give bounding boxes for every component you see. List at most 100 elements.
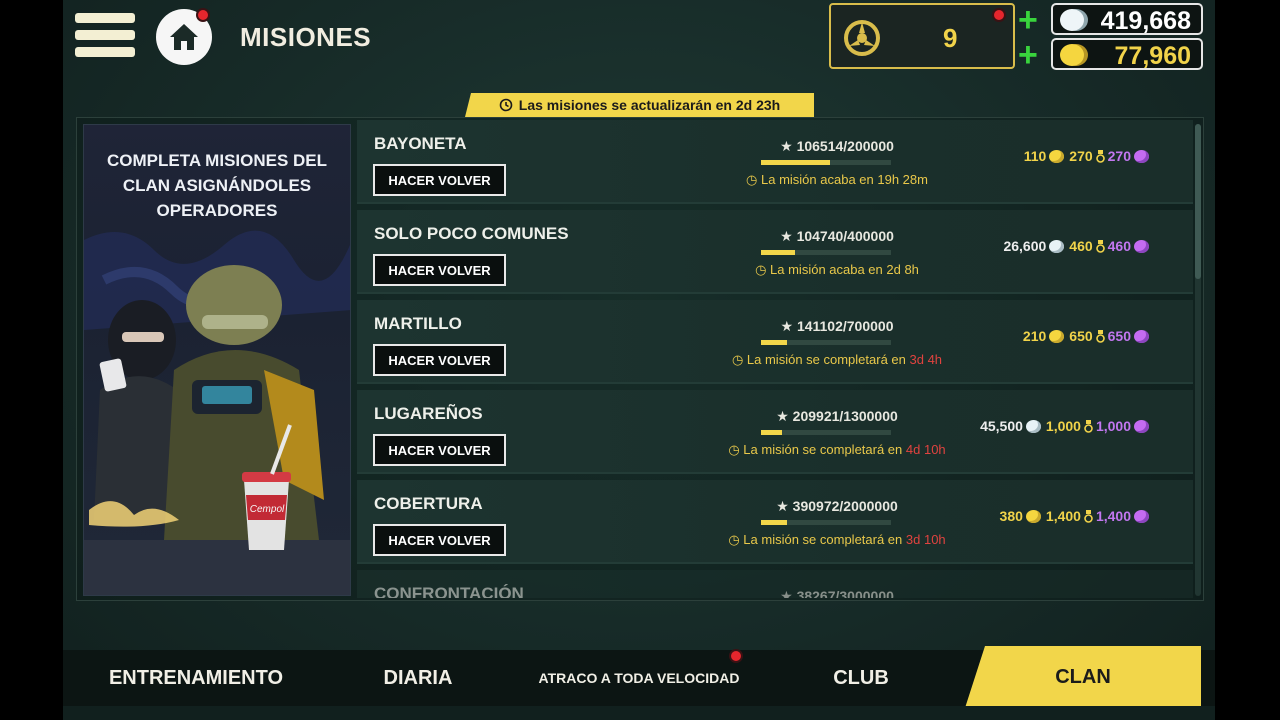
recall-button[interactable]: HACER VOLVER [373,164,506,196]
mission-name: COBERTURA [374,494,483,513]
game-screen: MISIONES 9 + + 419,668 77,960 Las mision… [63,0,1215,720]
progress-fill [761,340,787,345]
reward-token-value: 1,000 [1095,418,1131,434]
purple-token-icon [1134,419,1149,433]
silver-coin-icon [1060,9,1088,31]
medal-icon [1095,149,1105,163]
reward-currency-value: 26,600 [1003,238,1047,254]
mission-status: ◷ La misión acaba en 2d 8h [755,262,919,277]
gold-coin-icon [1025,509,1041,523]
gold-currency: 77,960 [1051,38,1203,70]
tab-clan[interactable]: CLAN [965,646,1201,708]
status-time: 4d 10h [905,442,946,457]
mission-row: COBERTURA HACER VOLVER ★ 390972/2000000 … [357,480,1193,564]
reward-token-value: 1,400 [1095,508,1131,524]
progress-text: 390972/2000000 [792,498,898,514]
gold-coin-icon [1049,329,1065,343]
mission-list-scrollbar[interactable] [1195,124,1201,596]
gold-coin-icon [1049,149,1065,163]
mission-row-partial: CONFRONTACIÓN ★ 38267/3000000 [357,570,1193,598]
mission-row: MARTILLO HACER VOLVER ★ 141102/700000 ◷ … [357,300,1193,384]
tab-atraco[interactable]: ATRACO A TODA VELOCIDAD [533,650,745,706]
mission-name: LUGAREÑOS [374,404,483,423]
cup-brand-text: Cempol [250,504,285,515]
reward-currency-value: 45,500 [980,418,1023,434]
mission-progress: ★ 390972/2000000 [776,498,898,514]
status-text: La misión se completará en [746,352,910,367]
progress-text: 38267/3000000 [796,588,894,598]
status-text: La misión se completará en [743,532,906,547]
status-time: 3d 4h [909,352,943,367]
tab-club[interactable]: CLUB [811,650,911,706]
refresh-timer-banner: Las misiones se actualizarán en 2d 23h [465,93,814,117]
recall-button[interactable]: HACER VOLVER [373,524,506,556]
mission-progress: ★ 209921/1300000 [776,408,898,424]
purple-token-icon [1134,149,1149,163]
recall-button[interactable]: HACER VOLVER [373,254,506,286]
reward-medal-value: 1,400 [1045,508,1081,524]
clan-points-value: 9 [943,23,958,53]
mission-rewards: 45,500 1,000 1,000 [980,418,1151,434]
silver-value: 419,668 [1100,7,1191,35]
mission-status: ◷ La misión acaba en 19h 28m [746,172,928,187]
banner-text: Las misiones se actualizarán en 2d 23h [518,97,781,113]
scrollbar-thumb[interactable] [1195,124,1201,279]
reward-medal-value: 1,000 [1045,418,1081,434]
home-icon [170,24,198,50]
mission-status: ◷ La misión se completará en 3d 10h [728,532,946,547]
mission-progress: ★ 104740/400000 [780,228,894,244]
tab-diaria[interactable]: DIARIA [363,650,473,706]
recall-button[interactable]: HACER VOLVER [373,434,506,466]
status-text: La misión acaba en 19h 28m [761,172,928,187]
progress-text: 209921/1300000 [792,408,898,424]
progress-fill [761,430,782,435]
clan-notification-dot [992,8,1006,22]
status-text: La misión acaba en 2d 8h [770,262,919,277]
reward-token-value: 650 [1107,328,1131,344]
reward-token-value: 270 [1107,148,1131,164]
progress-bar [761,520,891,525]
medal-icon [1084,419,1093,433]
mission-status: ◷ La misión se completará en 3d 4h [731,352,943,367]
medal-icon [1084,509,1093,523]
clan-emblem-icon [844,20,880,56]
reward-medal-value: 460 [1069,238,1093,254]
progress-fill [761,520,787,525]
reward-currency-value: 110 [1023,148,1047,164]
add-gold-button[interactable]: + [1018,38,1038,72]
purple-token-icon [1134,329,1149,343]
menu-icon[interactable] [75,13,135,61]
mission-rewards: 26,600 460 460 [1003,238,1151,254]
mission-name: MARTILLO [374,314,462,333]
mission-row: SOLO POCO COMUNES HACER VOLVER ★ 104740/… [357,210,1193,294]
progress-bar [761,340,891,345]
status-time: 3d 10h [905,532,946,547]
illustration-caption: COMPLETA MISIONES DEL CLAN ASIGNÁNDOLES … [106,151,328,220]
silver-currency: 419,668 [1051,3,1203,35]
gold-coin-icon [1060,44,1088,66]
progress-text: 104740/400000 [796,228,894,244]
add-silver-button[interactable]: + [1018,3,1038,37]
mission-row: LUGAREÑOS HACER VOLVER ★ 209921/1300000 … [357,390,1193,474]
clan-points-box[interactable]: 9 [829,3,1015,69]
progress-bar [761,430,891,435]
mission-name: CONFRONTACIÓN [374,584,524,598]
mission-progress: ★ 141102/700000 [780,318,894,334]
reward-medal-value: 650 [1069,328,1093,344]
silver-coin-icon [1025,419,1041,433]
reward-currency-value: 210 [1022,328,1047,344]
progress-fill [761,250,795,255]
purple-token-icon [1134,239,1149,253]
status-text: La misión se completará en [743,442,906,457]
tab-entrenamiento[interactable]: ENTRENAMIENTO [103,650,289,706]
missions-panel: COMPLETA MISIONES DEL CLAN ASIGNÁNDOLES … [76,117,1204,601]
clan-missions-illustration: COMPLETA MISIONES DEL CLAN ASIGNÁNDOLES … [83,124,351,596]
medal-icon [1095,329,1105,343]
mission-row: BAYONETA HACER VOLVER ★ 106514/200000 ◷ … [357,120,1193,204]
progress-fill [761,160,830,165]
bottom-strip [63,706,1215,720]
bottom-tab-bar: ENTRENAMIENTO DIARIA ATRACO A TODA VELOC… [63,646,1215,708]
recall-button[interactable]: HACER VOLVER [373,344,506,376]
reward-currency-value: 380 [999,508,1023,524]
progress-bar [761,160,891,165]
